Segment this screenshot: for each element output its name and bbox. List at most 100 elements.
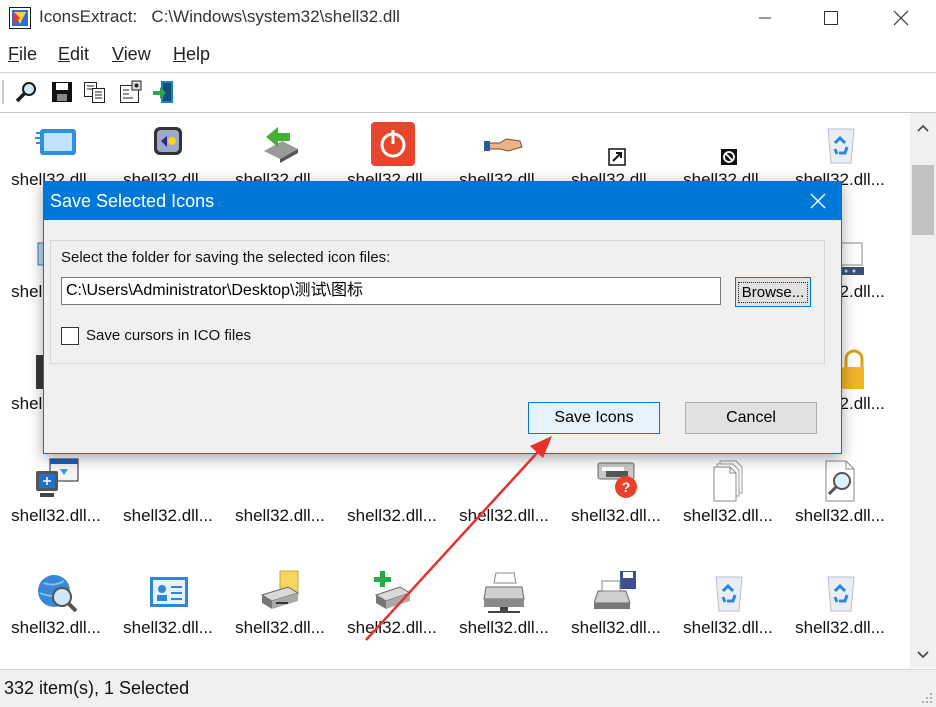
dialog-title: Save Selected Icons (50, 191, 215, 211)
menu-view[interactable]: View (112, 44, 151, 65)
item-label: shell32.dll... (571, 618, 661, 637)
network-pc-icon (36, 458, 79, 497)
speaker-icon (154, 127, 182, 155)
item-label: shell32.dll... (11, 506, 101, 525)
power-icon (371, 122, 415, 166)
item-label: shell32.dll... (683, 618, 773, 637)
properties-icon[interactable] (117, 79, 143, 105)
documents-icon (713, 460, 743, 502)
printer-save-icon (594, 571, 636, 609)
printer-network-icon (483, 572, 525, 613)
app-icon (9, 7, 31, 29)
scroll-thumb[interactable] (912, 165, 934, 235)
close-icon (810, 193, 826, 209)
list-item[interactable]: shell32.dll... (448, 561, 560, 668)
list-item[interactable]: shell32.dll... (672, 561, 784, 668)
close-button[interactable] (878, 0, 924, 36)
item-label: shell32.dll... (459, 618, 549, 637)
search-icon[interactable] (14, 79, 40, 105)
item-label: shell32.dll... (123, 618, 213, 637)
minimize-button[interactable] (742, 0, 788, 36)
dialog-close-button[interactable] (795, 182, 841, 220)
list-item[interactable]: shell32.dll... (448, 449, 560, 561)
list-item[interactable]: shell32.dll... (336, 449, 448, 561)
menu-file-mnemonic: F (8, 44, 19, 64)
dialog-title-bar[interactable]: Save Selected Icons (44, 182, 841, 220)
close-icon (893, 10, 909, 26)
cancel-button[interactable]: Cancel (685, 402, 817, 434)
list-item[interactable]: shell32.dll... (560, 561, 672, 668)
shortcut-arrow-icon (608, 148, 626, 166)
printer-add-icon (374, 571, 412, 609)
minimize-icon (759, 17, 771, 19)
menu-edit-label: dit (70, 44, 90, 64)
save-cursors-label[interactable]: Save cursors in ICO files (86, 327, 251, 344)
list-item[interactable]: shell32.dll... (672, 449, 784, 561)
chevron-down-icon (917, 651, 929, 659)
list-item[interactable]: shell32.dll... (784, 449, 896, 561)
cancel-label: Cancel (726, 409, 776, 426)
search-doc-icon (825, 460, 855, 502)
item-label: shell32.dll... (235, 506, 325, 525)
recycle-bin-icon (827, 576, 855, 612)
menu-help-mnemonic: H (173, 44, 186, 64)
list-item[interactable]: shell32.dll... (224, 449, 336, 561)
printer-folder-icon (260, 570, 300, 609)
item-label: shell32.dll... (571, 506, 661, 525)
scroll-down-button[interactable] (910, 644, 936, 666)
scroll-up-button[interactable] (910, 117, 936, 139)
save-icons-dialog: Save Selected Icons Select the folder fo… (43, 181, 842, 454)
save-icons-button[interactable]: Save Icons (528, 402, 660, 434)
list-item[interactable]: shell32.dll... (112, 561, 224, 668)
handshake-icon (484, 138, 523, 152)
status-bar: 332 item(s), 1 Selected (0, 669, 936, 707)
save-icons-label: Save Icons (554, 409, 634, 426)
vertical-scrollbar[interactable] (910, 113, 936, 668)
maximize-icon (824, 11, 838, 25)
svg-text:?: ? (622, 479, 631, 495)
list-item[interactable]: shell32.dll... (112, 449, 224, 561)
window-title: IconsExtract: C:\Windows\system32\shell3… (39, 7, 400, 26)
menu-bar: File Edit View Help (0, 40, 936, 70)
list-item[interactable]: shell32.dll... (224, 561, 336, 668)
folder-path-input[interactable]: C:\Users\Administrator\Desktop\测试\图标 (61, 277, 721, 305)
usb-arrow-icon (264, 127, 298, 163)
browse-button-label: Browse... (737, 281, 809, 303)
save-icon[interactable] (49, 79, 75, 105)
item-label: shell32.dll... (795, 618, 885, 637)
chevron-up-icon (917, 124, 929, 132)
menu-file[interactable]: File (8, 44, 37, 65)
globe-search-icon (38, 575, 78, 613)
list-item[interactable]: shell32.dll... (0, 449, 112, 561)
maximize-button[interactable] (808, 0, 854, 36)
recycle-bin-icon (827, 128, 855, 164)
shortcut-noentry-icon (721, 149, 737, 165)
menu-view-mnemonic: V (112, 44, 124, 64)
list-item[interactable]: shell32.dll... (784, 561, 896, 668)
monitor-icon (35, 129, 76, 155)
printer-help-icon: ? (597, 462, 637, 498)
menu-file-label: ile (19, 44, 38, 64)
browse-button[interactable]: Browse... (735, 277, 811, 307)
list-item[interactable]: shell32.dll... (0, 561, 112, 668)
item-label: shell32.dll... (347, 506, 437, 525)
exit-icon[interactable] (152, 79, 178, 105)
item-label: shell32.dll... (11, 618, 101, 637)
item-label: shell32.dll... (123, 506, 213, 525)
menu-help[interactable]: Help (173, 44, 210, 65)
item-label: shell32.dll... (683, 506, 773, 525)
toolbar (0, 74, 936, 110)
list-item[interactable]: ? shell32.dll... (560, 449, 672, 561)
menu-edit[interactable]: Edit (58, 44, 89, 65)
title-bar: IconsExtract: C:\Windows\system32\shell3… (0, 0, 936, 36)
folder-prompt: Select the folder for saving the selecte… (61, 249, 391, 266)
menu-help-label: elp (186, 44, 211, 64)
item-label: shell32.dll... (235, 618, 325, 637)
list-item[interactable]: shell32.dll... (336, 561, 448, 668)
resize-grip-icon[interactable] (921, 692, 933, 704)
recycle-bin-icon (715, 576, 743, 612)
toolbar-grip (2, 80, 4, 104)
save-cursors-checkbox[interactable] (61, 327, 79, 345)
status-text: 332 item(s), 1 Selected (4, 678, 190, 698)
copy-icon[interactable] (82, 79, 108, 105)
